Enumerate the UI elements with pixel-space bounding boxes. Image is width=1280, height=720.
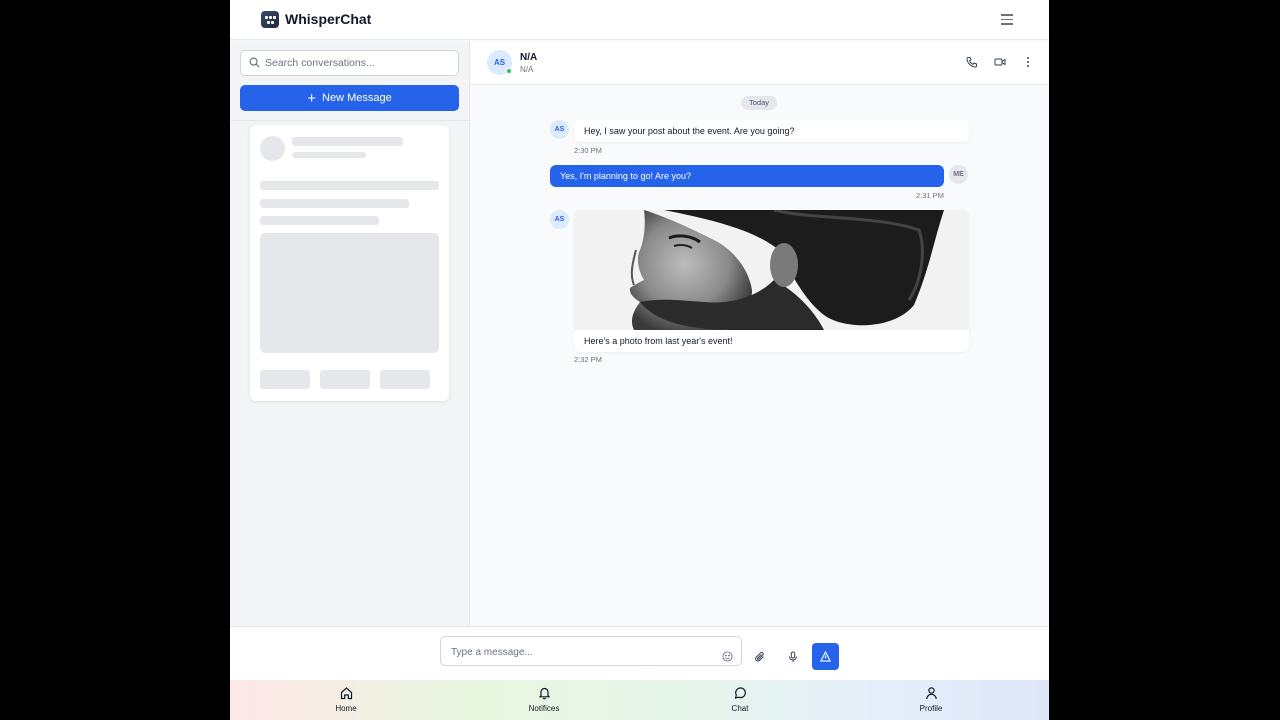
skeleton-image [260, 233, 439, 353]
search-icon [249, 57, 260, 68]
message-text: Hey, I saw your post about the event. Ar… [584, 126, 795, 136]
new-message-button[interactable]: + New Message [240, 85, 459, 111]
nav-item-notifications[interactable]: Notifices [504, 680, 584, 720]
emoji-icon[interactable] [722, 651, 733, 662]
nav-label: Chat [731, 704, 749, 713]
skeleton-line [292, 152, 366, 158]
nav-label: Profile [919, 704, 943, 713]
contact-avatar[interactable]: AS [487, 50, 512, 75]
skeleton-button [260, 370, 310, 389]
contact-name: N/A [520, 52, 538, 63]
nav-label: Notifices [528, 704, 560, 713]
loading-skeleton-card [250, 125, 449, 401]
skeleton-line [260, 216, 379, 225]
video-icon[interactable] [994, 56, 1006, 68]
message-time: 2:31 PM [916, 191, 944, 200]
message-text: Yes, I'm planning to go! Are you? [560, 171, 691, 181]
date-divider: Today [741, 96, 777, 110]
top-bar: WhisperChat [230, 0, 1049, 40]
sender-avatar: AS [550, 210, 569, 229]
photo-message[interactable]: Here's a photo from last year's event! [574, 210, 969, 352]
more-options-icon[interactable] [1022, 56, 1034, 68]
microphone-icon[interactable] [787, 651, 799, 663]
sidebar-divider [230, 120, 470, 121]
phone-icon[interactable] [966, 56, 978, 68]
message-bubble-incoming[interactable]: Hey, I saw your post about the event. Ar… [574, 120, 969, 142]
send-icon [820, 651, 831, 662]
shared-photo[interactable] [574, 210, 969, 330]
hamburger-menu-icon[interactable] [1001, 14, 1013, 25]
message-composer [230, 626, 1049, 680]
new-message-label: New Message [322, 92, 392, 104]
chat-header: AS N/A N/A [470, 41, 1049, 85]
app-title: WhisperChat [285, 11, 372, 27]
chat-icon [734, 687, 746, 699]
message-input-box[interactable] [440, 636, 742, 666]
bottom-navigation: Home Notifices Chat Profile [230, 680, 1049, 720]
send-button[interactable] [812, 643, 839, 670]
contact-status: N/A [520, 65, 534, 74]
message-bubble-outgoing[interactable]: Yes, I'm planning to go! Are you? [550, 165, 944, 187]
attach-icon[interactable] [754, 651, 766, 663]
sidebar: + New Message [230, 41, 470, 626]
bell-icon [538, 687, 551, 700]
logo-icon [261, 11, 279, 28]
nav-item-chat[interactable]: Chat [700, 680, 780, 720]
message-time: 2:32 PM [574, 355, 602, 364]
my-avatar: ME [949, 165, 968, 184]
nav-item-home[interactable]: Home [306, 680, 386, 720]
online-indicator [506, 68, 512, 74]
message-input[interactable] [451, 643, 711, 661]
message-time: 2:30 PM [574, 146, 602, 155]
nav-item-profile[interactable]: Profile [891, 680, 971, 720]
sender-avatar: AS [550, 120, 569, 139]
chat-panel: AS N/A N/A Today AS Hey, I saw your post… [470, 41, 1049, 626]
plus-icon: + [307, 89, 317, 107]
search-box[interactable] [240, 50, 459, 76]
skeleton-line [292, 137, 403, 146]
message-text: Here's a photo from last year's event! [584, 336, 733, 346]
skeleton-avatar [260, 136, 285, 161]
home-icon [340, 687, 353, 700]
skeleton-button [380, 370, 430, 389]
search-input[interactable] [265, 54, 450, 72]
skeleton-line [260, 181, 439, 190]
app-window: WhisperChat + New Message [230, 0, 1049, 720]
skeleton-line [260, 199, 409, 208]
nav-label: Home [335, 704, 357, 713]
user-icon [926, 687, 937, 700]
skeleton-button [320, 370, 370, 389]
